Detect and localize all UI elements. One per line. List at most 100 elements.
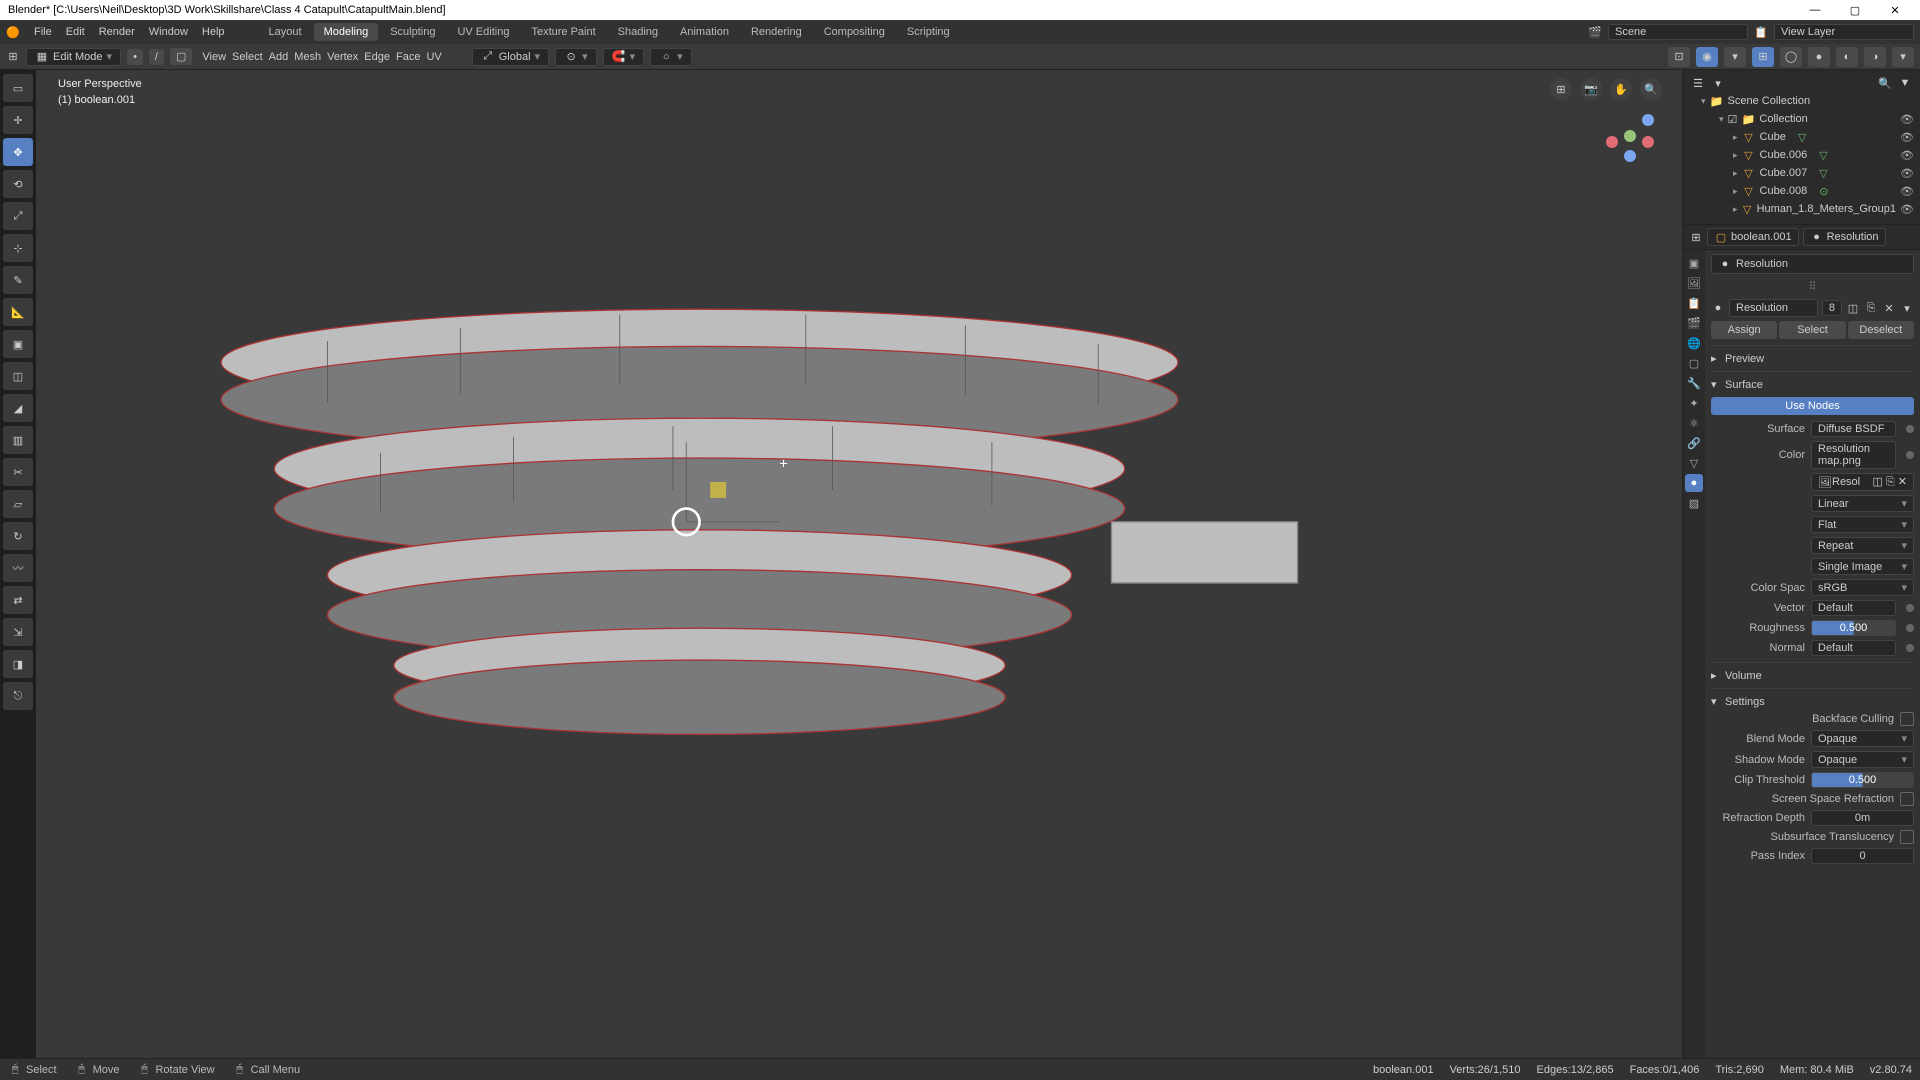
material-ball-icon[interactable]: ● bbox=[1711, 301, 1725, 315]
projection-select[interactable]: Flat▾ bbox=[1811, 516, 1914, 533]
tool-shear[interactable]: ◨ bbox=[3, 650, 33, 678]
path-object[interactable]: ▢boolean.001 bbox=[1707, 228, 1799, 246]
select-button[interactable]: Select bbox=[1779, 321, 1845, 339]
close-button[interactable]: ✕ bbox=[1878, 4, 1912, 17]
tool-loopcut[interactable]: ▥ bbox=[3, 426, 33, 454]
menu-mesh[interactable]: Mesh bbox=[294, 51, 321, 63]
visibility-toggle[interactable]: 👁 bbox=[1900, 167, 1914, 180]
properties-editor-icon[interactable]: ⊞ bbox=[1689, 230, 1703, 244]
vector-select[interactable]: Default bbox=[1811, 600, 1896, 616]
color-input[interactable]: Resolution map.png bbox=[1811, 441, 1896, 469]
node-socket-icon[interactable] bbox=[1906, 425, 1914, 433]
tool-cursor[interactable]: ✛ bbox=[3, 106, 33, 134]
menu-add[interactable]: Add bbox=[269, 51, 289, 63]
tool-annotate[interactable]: ✎ bbox=[3, 266, 33, 294]
surface-shader[interactable]: Diffuse BSDF bbox=[1811, 421, 1896, 437]
tool-smooth[interactable]: 〰 bbox=[3, 554, 33, 582]
menu-help[interactable]: Help bbox=[202, 26, 225, 38]
tab-world[interactable]: 🌐 bbox=[1685, 334, 1703, 352]
tab-mesh-data[interactable]: ▽ bbox=[1685, 454, 1703, 472]
shading-wireframe[interactable]: ◯ bbox=[1780, 47, 1802, 67]
deselect-button[interactable]: Deselect bbox=[1848, 321, 1914, 339]
tab-modifiers[interactable]: 🔧 bbox=[1685, 374, 1703, 392]
tool-extrude[interactable]: ▣ bbox=[3, 330, 33, 358]
node-socket-icon[interactable] bbox=[1906, 644, 1914, 652]
unlink-material-icon[interactable]: ✕ bbox=[1882, 301, 1896, 315]
snap-selector[interactable]: 🧲▾ bbox=[603, 48, 645, 66]
outliner-scene-collection[interactable]: ▾📁 Scene Collection bbox=[1687, 92, 1916, 110]
visibility-toggle[interactable]: 👁 bbox=[1900, 131, 1914, 144]
ssr-checkbox[interactable] bbox=[1900, 792, 1914, 806]
menu-uv[interactable]: UV bbox=[426, 51, 441, 63]
shading-dropdown[interactable]: ▾ bbox=[1892, 47, 1914, 67]
workspace-animation[interactable]: Animation bbox=[670, 23, 739, 41]
image-name-field[interactable]: 🖼Resol◫ ⎘ ✕ bbox=[1811, 473, 1914, 491]
filter-funnel-icon[interactable]: ▼ bbox=[1898, 76, 1912, 90]
maximize-button[interactable]: ▢ bbox=[1838, 4, 1872, 17]
tool-transform[interactable]: ⊹ bbox=[3, 234, 33, 262]
menu-file[interactable]: File bbox=[34, 26, 52, 38]
outliner-item[interactable]: ▸▽Cube.008⊙👁 bbox=[1687, 182, 1916, 200]
menu-view[interactable]: View bbox=[202, 51, 226, 63]
tool-inset[interactable]: ◫ bbox=[3, 362, 33, 390]
section-volume[interactable]: ▸Volume bbox=[1711, 667, 1914, 684]
node-socket-icon[interactable] bbox=[1906, 604, 1914, 612]
blendmode-select[interactable]: Opaque▾ bbox=[1811, 730, 1914, 747]
normal-select[interactable]: Default bbox=[1811, 640, 1896, 656]
new-material-icon[interactable]: ◫ bbox=[1846, 301, 1860, 315]
shading-lookdev[interactable]: ◐ bbox=[1836, 47, 1858, 67]
slot-grip[interactable]: ⠿ bbox=[1711, 280, 1914, 293]
sss-checkbox[interactable] bbox=[1900, 830, 1914, 844]
tool-shrink[interactable]: ⇲ bbox=[3, 618, 33, 646]
vert-select-mode[interactable]: • bbox=[127, 49, 143, 65]
colorspace-select[interactable]: sRGB▾ bbox=[1811, 579, 1914, 596]
source-select[interactable]: Single Image▾ bbox=[1811, 558, 1914, 575]
tool-polybuild[interactable]: ▱ bbox=[3, 490, 33, 518]
tab-material[interactable]: ● bbox=[1685, 474, 1703, 492]
visibility-toggle[interactable]: 👁 bbox=[1900, 203, 1914, 216]
extension-select[interactable]: Repeat▾ bbox=[1811, 537, 1914, 554]
outliner-item[interactable]: ▸▽Cube▽👁 bbox=[1687, 128, 1916, 146]
material-slot-list[interactable]: ● Resolution bbox=[1711, 254, 1914, 274]
interp-select[interactable]: Linear▾ bbox=[1811, 495, 1914, 512]
tool-knife[interactable]: ✂ bbox=[3, 458, 33, 486]
tab-viewlayer[interactable]: 📋 bbox=[1685, 294, 1703, 312]
tool-bevel[interactable]: ◢ bbox=[3, 394, 33, 422]
tab-physics[interactable]: ⚛ bbox=[1685, 414, 1703, 432]
workspace-texture-paint[interactable]: Texture Paint bbox=[521, 23, 605, 41]
outliner-collection[interactable]: ▾☑📁 Collection 👁 bbox=[1687, 110, 1916, 128]
tool-measure[interactable]: 📐 bbox=[3, 298, 33, 326]
tab-particles[interactable]: ✦ bbox=[1685, 394, 1703, 412]
shading-rendered[interactable]: ◑ bbox=[1864, 47, 1886, 67]
workspace-shading[interactable]: Shading bbox=[608, 23, 668, 41]
pivot-selector[interactable]: ⊙▾ bbox=[555, 48, 597, 66]
refdepth-input[interactable]: 0m bbox=[1811, 810, 1914, 826]
tool-edgeslide[interactable]: ⇄ bbox=[3, 586, 33, 614]
editor-type-icon[interactable]: ⊞ bbox=[6, 50, 20, 64]
shading-solid[interactable]: ● bbox=[1808, 47, 1830, 67]
tool-rip[interactable]: ⎋ bbox=[3, 682, 33, 710]
orientation-selector[interactable]: ⤢Global▾ bbox=[472, 48, 549, 66]
overlay-toggle[interactable]: ◉ bbox=[1696, 47, 1718, 67]
material-name-field[interactable]: Resolution bbox=[1729, 299, 1818, 317]
backface-checkbox[interactable] bbox=[1900, 712, 1914, 726]
workspace-uv-editing[interactable]: UV Editing bbox=[447, 23, 519, 41]
visibility-toggle[interactable]: 👁 bbox=[1900, 113, 1914, 126]
menu-edit[interactable]: Edit bbox=[66, 26, 85, 38]
filter-icon[interactable]: ▾ bbox=[1711, 76, 1725, 90]
scene-selector[interactable]: Scene bbox=[1608, 24, 1748, 40]
tab-render[interactable]: ▣ bbox=[1685, 254, 1703, 272]
tool-scale[interactable]: ⤢ bbox=[3, 202, 33, 230]
section-surface[interactable]: ▾Surface bbox=[1711, 376, 1914, 393]
menu-window[interactable]: Window bbox=[149, 26, 188, 38]
tool-rotate[interactable]: ⟲ bbox=[3, 170, 33, 198]
tool-select-box[interactable]: ▭ bbox=[3, 74, 33, 102]
section-preview[interactable]: ▸Preview bbox=[1711, 350, 1914, 367]
material-dropdown-icon[interactable]: ▾ bbox=[1900, 301, 1914, 315]
visibility-toggle[interactable]: 👁 bbox=[1900, 149, 1914, 162]
proportional-edit[interactable]: ○▾ bbox=[650, 48, 692, 66]
menu-select[interactable]: Select bbox=[232, 51, 263, 63]
visibility-toggle[interactable]: 👁 bbox=[1900, 185, 1914, 198]
menu-face[interactable]: Face bbox=[396, 51, 420, 63]
mesh-display-icon[interactable]: ⊡ bbox=[1668, 47, 1690, 67]
